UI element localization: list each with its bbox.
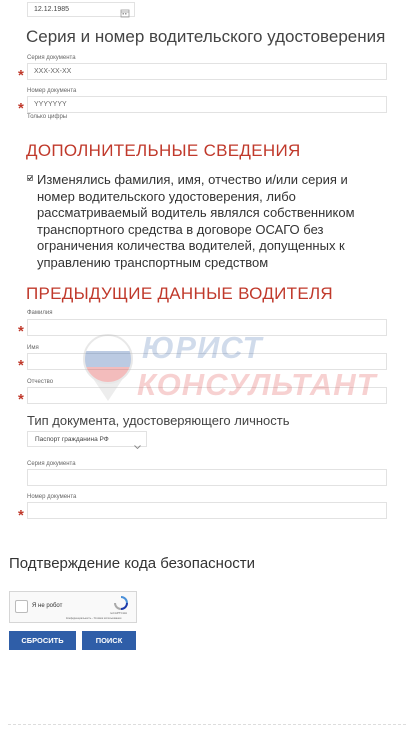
patronymic-label: Отчество (27, 379, 54, 385)
calendar-icon[interactable] (120, 5, 130, 23)
name-label: Имя (27, 345, 39, 351)
reset-button[interactable]: СБРОСИТЬ (9, 631, 76, 650)
recaptcha-links[interactable]: Конфиденциальность - Условия использован… (66, 617, 121, 620)
recaptcha-label: Я не робот (32, 603, 63, 609)
recaptcha-widget: Я не робот reCAPTCHA Конфиденциальность … (9, 591, 137, 623)
doc-number-label: Номер документа (27, 494, 77, 500)
check-icon (27, 176, 33, 181)
recaptcha-checkbox[interactable] (15, 600, 28, 613)
doc-series-label: Серия документа (27, 461, 76, 467)
license-number-label: Номер документа (27, 88, 77, 94)
watermark-logo-icon (80, 333, 136, 408)
change-checkbox[interactable] (27, 175, 33, 181)
required-star: * (18, 323, 24, 340)
chevron-down-icon (134, 437, 141, 455)
required-star: * (18, 100, 24, 117)
security-title: Подтверждение кода безопасности (9, 555, 256, 572)
doc-series-input[interactable] (27, 469, 387, 486)
bottom-divider (8, 724, 406, 725)
watermark-line1: ЮРИСТ (142, 330, 263, 365)
date-field[interactable]: 12.12.1985 (27, 2, 135, 18)
watermark-line2: КОНСУЛЬТАНТ (137, 367, 377, 402)
required-star: * (18, 391, 24, 408)
surname-label: Фамилия (27, 310, 53, 316)
required-star: * (18, 357, 24, 374)
license-series-input[interactable] (27, 63, 387, 80)
doc-type-select[interactable]: Паспорт гражданина РФ (27, 431, 147, 450)
license-section-title: Серия и номер водительского удостоверени… (26, 27, 386, 46)
required-star: * (18, 67, 24, 84)
previous-section-title: ПРЕДЫДУЩИЕ ДАННЫЕ ВОДИТЕЛЯ (26, 284, 334, 303)
license-series-label: Серия документа (27, 55, 76, 61)
doc-number-input[interactable] (27, 502, 387, 519)
license-number-input[interactable] (27, 96, 387, 113)
date-value: 12.12.1985 (34, 6, 70, 13)
doc-type-title: Тип документа, удостоверяющего личность (27, 413, 290, 428)
additional-section-title: ДОПОЛНИТЕЛЬНЫЕ СВЕДЕНИЯ (26, 141, 301, 160)
change-checkbox-text: Изменялись фамилия, имя, отчество и/или … (37, 172, 355, 270)
search-button[interactable]: ПОИСК (82, 631, 136, 650)
doc-type-selected: Паспорт гражданина РФ (35, 436, 109, 443)
recaptcha-brand: reCAPTCHA (110, 611, 128, 615)
license-number-hint: Только цифры (27, 114, 68, 120)
required-star: * (18, 507, 24, 524)
